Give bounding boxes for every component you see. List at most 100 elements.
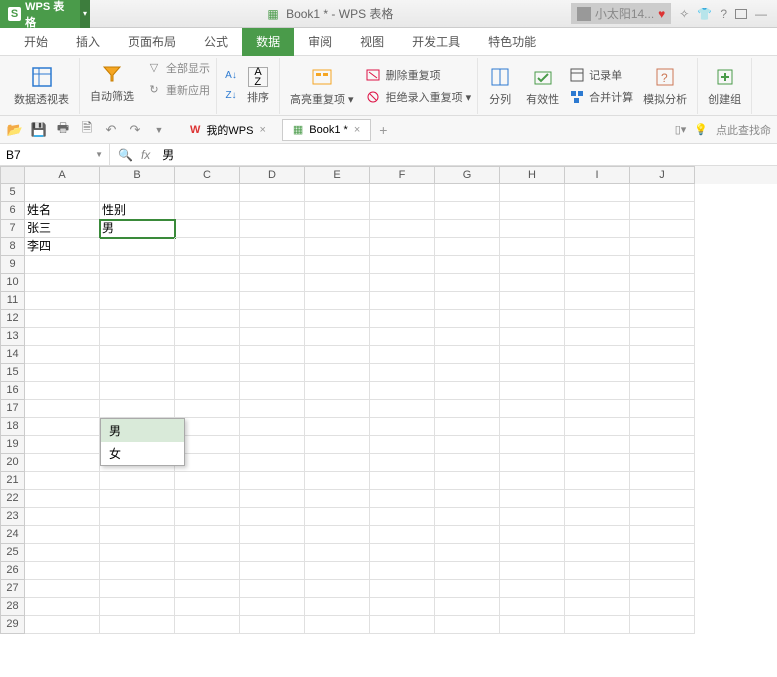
cell-A25[interactable] [25,544,100,562]
cell-G26[interactable] [435,562,500,580]
remove-dup-button[interactable]: 删除重复项 [366,67,472,83]
cell-G18[interactable] [435,418,500,436]
search-small-icon[interactable]: 🔍 [118,148,133,162]
row-header-11[interactable]: 11 [0,292,25,310]
cell-C6[interactable] [175,202,240,220]
cell-D26[interactable] [240,562,305,580]
cell-I13[interactable] [565,328,630,346]
cell-B23[interactable] [100,508,175,526]
cell-B29[interactable] [100,616,175,634]
cell-I8[interactable] [565,238,630,256]
cell-A16[interactable] [25,382,100,400]
cell-A13[interactable] [25,328,100,346]
cell-E21[interactable] [305,472,370,490]
cell-J29[interactable] [630,616,695,634]
cell-E25[interactable] [305,544,370,562]
cell-F15[interactable] [370,364,435,382]
cell-A29[interactable] [25,616,100,634]
cell-A27[interactable] [25,580,100,598]
cell-D21[interactable] [240,472,305,490]
cell-D15[interactable] [240,364,305,382]
cell-E12[interactable] [305,310,370,328]
cell-J13[interactable] [630,328,695,346]
cell-D17[interactable] [240,400,305,418]
search-command-hint[interactable]: 点此查找命 [716,122,771,138]
cell-A26[interactable] [25,562,100,580]
row-header-9[interactable]: 9 [0,256,25,274]
cell-B25[interactable] [100,544,175,562]
cell-F29[interactable] [370,616,435,634]
cell-J24[interactable] [630,526,695,544]
cell-B17[interactable] [100,400,175,418]
cell-D16[interactable] [240,382,305,400]
tab-special[interactable]: 特色功能 [474,28,550,56]
pivot-table-button[interactable]: 数据透视表 [10,63,73,109]
row-header-26[interactable]: 26 [0,562,25,580]
col-header-C[interactable]: C [175,166,240,184]
row-header-8[interactable]: 8 [0,238,25,256]
cell-I12[interactable] [565,310,630,328]
cell-H14[interactable] [500,346,565,364]
undo-icon[interactable]: ↶ [102,121,120,139]
cell-G21[interactable] [435,472,500,490]
cell-E14[interactable] [305,346,370,364]
cell-I7[interactable] [565,220,630,238]
cell-D10[interactable] [240,274,305,292]
cell-D23[interactable] [240,508,305,526]
cell-C27[interactable] [175,580,240,598]
cell-C7[interactable] [175,220,240,238]
row-header-19[interactable]: 19 [0,436,25,454]
cell-D25[interactable] [240,544,305,562]
cell-H7[interactable] [500,220,565,238]
cell-I5[interactable] [565,184,630,202]
cell-A5[interactable] [25,184,100,202]
cell-C13[interactable] [175,328,240,346]
cell-A24[interactable] [25,526,100,544]
cell-H25[interactable] [500,544,565,562]
cell-A12[interactable] [25,310,100,328]
cell-J19[interactable] [630,436,695,454]
cell-J22[interactable] [630,490,695,508]
cell-F12[interactable] [370,310,435,328]
cell-C21[interactable] [175,472,240,490]
redo-icon[interactable]: ↷ [126,121,144,139]
cell-H21[interactable] [500,472,565,490]
print-icon[interactable]: 🖶 [54,121,72,139]
cell-H15[interactable] [500,364,565,382]
fx-icon[interactable]: fx [141,148,150,162]
reject-dup-button[interactable]: 拒绝录入重复项 ▾ [366,89,472,105]
cell-C29[interactable] [175,616,240,634]
cell-G27[interactable] [435,580,500,598]
cell-H20[interactable] [500,454,565,472]
cell-A11[interactable] [25,292,100,310]
autofilter-button[interactable]: 自动筛选 [86,60,138,106]
cell-I10[interactable] [565,274,630,292]
cell-G12[interactable] [435,310,500,328]
select-all-corner[interactable] [0,166,25,184]
row-header-14[interactable]: 14 [0,346,25,364]
cell-B12[interactable] [100,310,175,328]
cell-D29[interactable] [240,616,305,634]
cell-I14[interactable] [565,346,630,364]
cell-G14[interactable] [435,346,500,364]
cell-C14[interactable] [175,346,240,364]
cell-H22[interactable] [500,490,565,508]
row-header-16[interactable]: 16 [0,382,25,400]
cell-C17[interactable] [175,400,240,418]
row-header-15[interactable]: 15 [0,364,25,382]
cell-H8[interactable] [500,238,565,256]
cell-C8[interactable] [175,238,240,256]
cell-E23[interactable] [305,508,370,526]
cell-B21[interactable] [100,472,175,490]
cell-J11[interactable] [630,292,695,310]
row-header-24[interactable]: 24 [0,526,25,544]
cell-J25[interactable] [630,544,695,562]
cell-A9[interactable] [25,256,100,274]
col-header-J[interactable]: J [630,166,695,184]
cell-F8[interactable] [370,238,435,256]
cell-H13[interactable] [500,328,565,346]
cell-A19[interactable] [25,436,100,454]
cell-I28[interactable] [565,598,630,616]
cell-B13[interactable] [100,328,175,346]
cell-B16[interactable] [100,382,175,400]
